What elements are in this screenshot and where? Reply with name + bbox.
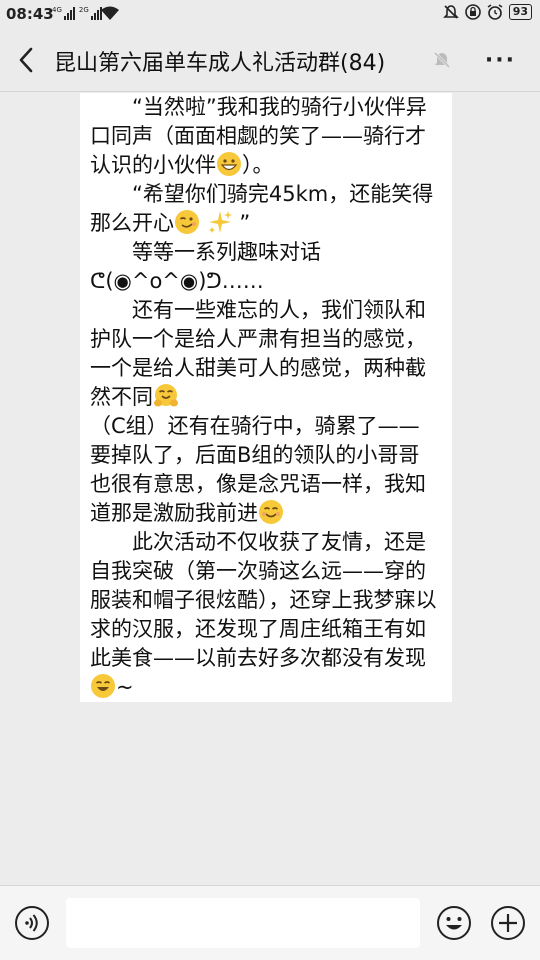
message-paragraph: 等等一系列趣味对话ᕦ(◉^o^◉)ᕤ…… — [90, 240, 321, 293]
message-paragraph: “希望你们骑完45km，还能笑得那么开心 ” — [90, 182, 434, 235]
chat-header: 昆山第六届单车成人礼活动群(84) ··· — [0, 28, 540, 92]
notification-off-icon — [442, 5, 459, 19]
wifi-icon — [100, 5, 120, 25]
more-button[interactable]: ··· — [485, 48, 516, 73]
back-chevron-icon — [19, 47, 33, 73]
signal-indicators: 4G 2G — [52, 6, 102, 20]
chat-title: 昆山第六届单车成人礼活动群(84) — [54, 51, 386, 76]
plus-icon — [491, 906, 525, 940]
battery-icon: 93 — [508, 4, 532, 20]
message-bubble[interactable]: “当然啦”我和我的骑行小伙伴异口同声（面面相觑的笑了——骑行才认识的小伙伴）。 … — [80, 93, 452, 702]
message-paragraph: （C组）还有在骑行中，骑累了——要掉队了，后面B组的领队的小哥哥也很有意思，像是… — [90, 414, 426, 525]
mute-bell-icon — [432, 50, 452, 70]
voice-icon — [15, 906, 49, 940]
signal-2g-icon: 2G — [79, 6, 102, 20]
sparkles-emoji — [208, 211, 232, 233]
signal-4g-icon: 4G — [52, 6, 75, 20]
emoji-button[interactable] — [436, 905, 472, 941]
hugging-face-emoji — [154, 384, 178, 407]
message-paragraph: 还有一些难忘的人，我们领队和护队一个是给人严肃有担当的感觉，一个是给人甜美可人的… — [90, 298, 426, 409]
winking-face-emoji — [175, 210, 199, 234]
grinning-face-emoji — [217, 152, 241, 176]
smiling-face-emoji — [259, 500, 283, 524]
status-time: 08:43 — [6, 5, 54, 23]
more-functions-button[interactable] — [490, 905, 526, 941]
status-bar: 08:43 4G 2G 93 — [0, 0, 540, 28]
laughing-face-emoji — [91, 674, 115, 698]
message-paragraph: 此次活动不仅收获了友情，还是自我突破（第一次骑这么远——穿的服装和帽子很炫酷），… — [90, 530, 437, 699]
message-input[interactable] — [66, 898, 420, 948]
chat-area[interactable]: “当然啦”我和我的骑行小伙伴异口同声（面面相觑的笑了——骑行才认识的小伙伴）。 … — [0, 93, 540, 885]
emoji-icon — [437, 906, 471, 940]
message-paragraph: “当然啦”我和我的骑行小伙伴异口同声（面面相觑的笑了——骑行才认识的小伙伴）。 — [90, 95, 427, 177]
voice-button[interactable] — [14, 905, 50, 941]
back-button[interactable] — [12, 44, 42, 76]
input-bar — [0, 885, 540, 960]
status-right-icons: 93 — [442, 4, 532, 20]
lock-circle-icon — [464, 4, 481, 20]
alarm-icon — [487, 4, 503, 20]
